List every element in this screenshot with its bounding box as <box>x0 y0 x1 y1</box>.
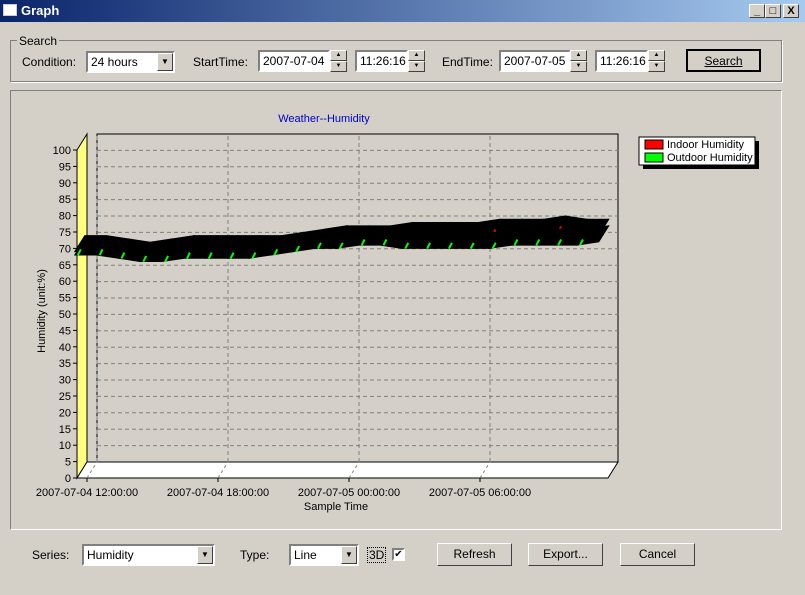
window-title: Graph <box>21 3 60 18</box>
search-button[interactable]: Search <box>686 49 761 72</box>
refresh-button[interactable]: Refresh <box>437 543 512 566</box>
y-tick-label: 30 <box>59 375 71 387</box>
x-tick-label: 2007-07-04 12:00:00 <box>36 487 138 499</box>
minimize-button[interactable]: _ <box>749 4 765 18</box>
chevron-down-icon[interactable]: ▼ <box>341 546 357 564</box>
end-time-label: EndTime: <box>442 55 493 69</box>
y-tick-label: 20 <box>59 407 71 419</box>
legend-label: Outdoor Humidity <box>667 152 753 164</box>
start-time-input[interactable]: 11:26:16 <box>355 50 408 72</box>
y-tick-label: 25 <box>59 391 71 403</box>
y-tick-label: 5 <box>65 457 71 469</box>
y-tick-label: 60 <box>59 276 71 288</box>
x-tick-label: 2007-07-05 06:00:00 <box>429 487 531 499</box>
start-time-spinner[interactable]: ▲ ▼ <box>408 50 425 72</box>
3d-label: 3D <box>367 547 387 563</box>
humidity-chart: 0 5 10 15 20 25 30 35 40 45 50 55 60 65 70 75 80 85 90 95 10… <box>36 113 759 513</box>
chart-floor <box>76 461 619 479</box>
legend-label: Indoor Humidity <box>667 139 745 151</box>
start-time-label: StartTime: <box>193 55 248 69</box>
condition-select[interactable]: 24 hours ▼ <box>86 51 175 73</box>
cancel-button[interactable]: Cancel <box>620 543 695 566</box>
y-tick-label: 40 <box>59 342 71 354</box>
condition-value: 24 hours <box>91 55 138 69</box>
spin-down-icon[interactable]: ▼ <box>330 61 347 72</box>
y-tick-label: 10 <box>59 440 71 452</box>
legend-swatch <box>644 139 664 150</box>
x-tick-label: 2007-07-05 00:00:00 <box>298 487 400 499</box>
y-tick-label: 95 <box>59 161 71 173</box>
y-tick-label: 45 <box>59 325 71 337</box>
close-button[interactable]: X <box>783 4 799 18</box>
chart-left-wall <box>76 132 88 480</box>
y-tick-label: 0 <box>65 473 71 485</box>
y-tick-label: 15 <box>59 424 71 436</box>
type-label: Type: <box>240 548 270 562</box>
spin-up-icon[interactable]: ▲ <box>570 50 587 61</box>
series-value: Humidity <box>87 548 134 562</box>
maximize-button[interactable]: □ <box>765 4 781 18</box>
title-bar: Graph _ □ X <box>0 0 805 22</box>
type-value: Line <box>294 548 317 562</box>
y-tick-label: 100 <box>53 145 71 157</box>
y-tick-label: 50 <box>59 309 71 321</box>
y-tick-label: 35 <box>59 358 71 370</box>
search-group-label: Search <box>17 34 60 48</box>
chart-title: Weather--Humidity <box>278 113 370 125</box>
type-select[interactable]: Line ▼ <box>289 544 359 566</box>
y-tick-label: 80 <box>59 211 71 223</box>
y-tick-label: 65 <box>59 260 71 272</box>
end-date-spinner[interactable]: ▲ ▼ <box>570 50 587 72</box>
spin-up-icon[interactable]: ▲ <box>648 50 665 61</box>
x-tick-label: 2007-07-04 18:00:00 <box>167 487 269 499</box>
chevron-down-icon[interactable]: ▼ <box>157 53 173 71</box>
spin-down-icon[interactable]: ▼ <box>570 61 587 72</box>
y-tick-label: 75 <box>59 227 71 239</box>
start-date-spinner[interactable]: ▲ ▼ <box>330 50 347 72</box>
x-axis-label: Sample Time <box>304 501 368 513</box>
export-button[interactable]: Export... <box>528 543 603 566</box>
y-tick-label: 70 <box>59 243 71 255</box>
series-select[interactable]: Humidity ▼ <box>82 544 215 566</box>
series-label: Series: <box>32 548 70 562</box>
y-axis-label: Humidity (unit:%) <box>36 269 48 353</box>
spin-down-icon[interactable]: ▼ <box>648 61 665 72</box>
end-date-input[interactable]: 2007-07-05 <box>499 50 571 72</box>
spin-down-icon[interactable]: ▼ <box>408 61 425 72</box>
window-icon <box>3 4 17 16</box>
y-tick-label: 85 <box>59 194 71 206</box>
condition-label: Condition: <box>22 55 77 69</box>
y-tick-label: 55 <box>59 293 71 305</box>
3d-checkbox[interactable]: ✔ <box>392 548 405 561</box>
end-time-spinner[interactable]: ▲ ▼ <box>648 50 665 72</box>
chart-panel: 0 5 10 15 20 25 30 35 40 45 50 55 60 65 70 75 80 85 90 95 10… <box>10 90 782 530</box>
end-time-input[interactable]: 11:26:16 <box>595 50 648 72</box>
spin-up-icon[interactable]: ▲ <box>408 50 425 61</box>
start-date-input[interactable]: 2007-07-04 <box>258 50 330 72</box>
y-tick-label: 90 <box>59 178 71 190</box>
chevron-down-icon[interactable]: ▼ <box>197 546 213 564</box>
legend-swatch <box>644 152 664 163</box>
spin-up-icon[interactable]: ▲ <box>330 50 347 61</box>
